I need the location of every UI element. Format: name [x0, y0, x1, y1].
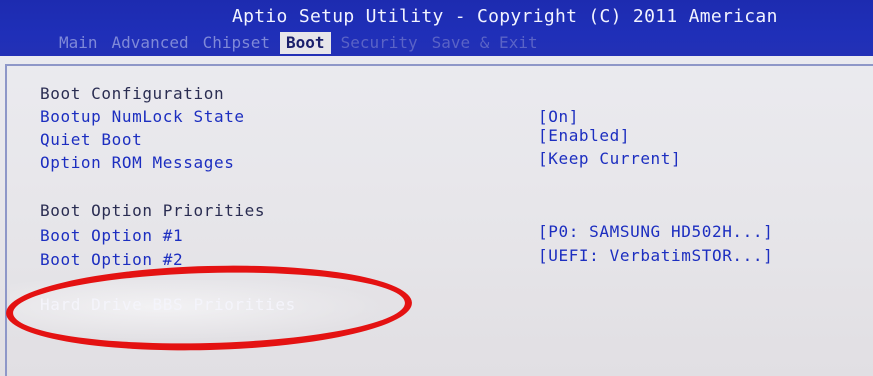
setting-boot-option-2[interactable]: Boot Option #2	[40, 250, 183, 269]
setting-quiet-boot[interactable]: Quiet Boot	[40, 130, 142, 149]
setting-boot-option-1[interactable]: Boot Option #1	[40, 226, 183, 245]
value-quiet-boot[interactable]: [Enabled]	[538, 126, 630, 145]
tab-save-exit[interactable]: Save & Exit	[425, 32, 545, 54]
tab-bar: Main Advanced Chipset Boot Security Save…	[52, 30, 545, 54]
setting-bootup-numlock-state[interactable]: Bootup NumLock State	[40, 107, 245, 126]
value-boot-option-2[interactable]: [UEFI: VerbatimSTOR...]	[538, 246, 773, 265]
setting-option-rom-messages[interactable]: Option ROM Messages	[40, 153, 234, 172]
section-boot-option-priorities: Boot Option Priorities	[40, 201, 266, 220]
section-boot-configuration: Boot Configuration	[40, 84, 225, 103]
tab-boot[interactable]: Boot	[280, 32, 331, 54]
app-title: Aptio Setup Utility - Copyright (C) 2011…	[232, 6, 778, 27]
value-bootup-numlock-state[interactable]: [On]	[538, 107, 579, 126]
tab-main[interactable]: Main	[52, 32, 105, 54]
header-bar: Aptio Setup Utility - Copyright (C) 2011…	[0, 0, 873, 56]
value-option-rom-messages[interactable]: [Keep Current]	[538, 149, 681, 168]
tab-advanced[interactable]: Advanced	[105, 32, 196, 54]
value-boot-option-1[interactable]: [P0: SAMSUNG HD502H...]	[538, 222, 773, 241]
tab-security[interactable]: Security	[334, 32, 425, 54]
bios-screen: Aptio Setup Utility - Copyright (C) 2011…	[0, 0, 873, 376]
tab-chipset[interactable]: Chipset	[196, 32, 277, 54]
